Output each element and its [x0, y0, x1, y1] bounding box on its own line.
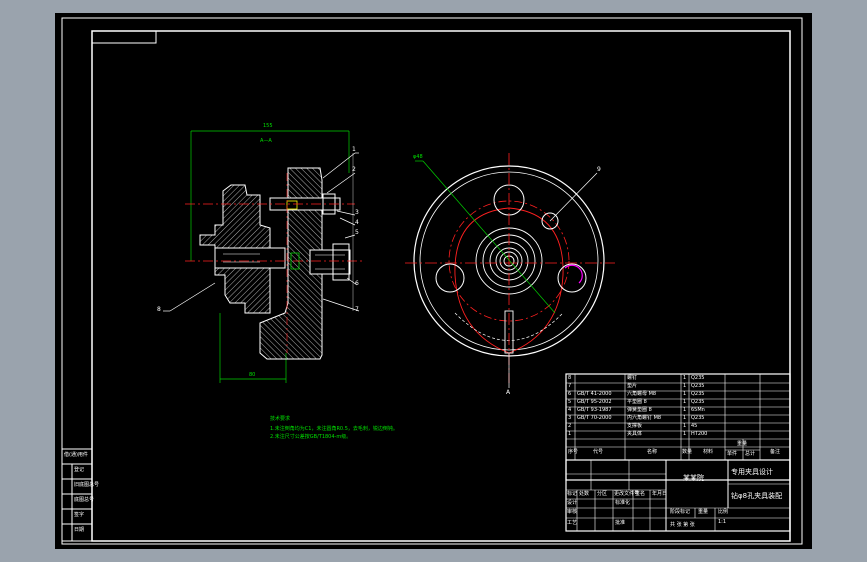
part-qty: 1	[683, 375, 687, 381]
side-table-label: 日期	[74, 527, 85, 533]
part-name: 夹具体	[627, 431, 643, 437]
callout-7: 7	[355, 306, 359, 313]
part-no: 3	[568, 415, 572, 421]
side-table-label: 签字	[74, 512, 85, 518]
mark-label: 年月日	[652, 491, 668, 497]
part-qty: 1	[683, 423, 687, 429]
design-label: 审核	[567, 509, 578, 515]
part-qty: 1	[683, 383, 687, 389]
part-mat: Q235	[691, 375, 705, 381]
notes-line-2: 2.未注尺寸公差按GB/T1804-m级。	[270, 434, 352, 440]
part-mat: HT200	[691, 431, 708, 437]
stage-label: 比例	[718, 509, 729, 515]
mark-label: 标记	[567, 491, 578, 497]
part-name: 垫片	[627, 383, 638, 389]
design-label: 工艺	[567, 520, 578, 526]
corner-box	[91, 30, 157, 44]
front-callout-a: A	[506, 389, 511, 396]
part-qty: 1	[683, 399, 687, 405]
part-qty: 1	[683, 415, 687, 421]
front-callout-9: 9	[597, 166, 601, 173]
header-note: 备注	[770, 449, 781, 455]
part-no: 2	[568, 423, 572, 429]
header-mat: 材料	[703, 449, 714, 455]
part-qty: 1	[683, 407, 687, 413]
callout-2: 2	[352, 166, 356, 173]
part-code: GB/T 95-2002	[577, 399, 612, 405]
callout-1: 1	[352, 146, 356, 153]
part-no: 1	[568, 431, 572, 437]
header-qty: 数量	[682, 449, 693, 455]
front-dim-label: φ48	[413, 154, 423, 160]
cad-drawing	[61, 17, 803, 545]
part-qty: 1	[683, 431, 687, 437]
part-no: 5	[568, 399, 572, 405]
side-table-label: 借(通)用件	[64, 452, 88, 458]
part-name-title: 钻φ8孔夹具装配	[731, 492, 783, 500]
header-name: 名称	[647, 449, 658, 455]
header-weight: 重量	[737, 441, 748, 447]
callout-3: 3	[355, 209, 359, 216]
design-label: 批准	[615, 520, 626, 526]
design-label: 设计	[567, 500, 578, 506]
inner-frame	[91, 30, 791, 542]
side-table-label: 旧底图总号	[74, 482, 100, 488]
mark-label: 处数	[579, 491, 590, 497]
callout-5: 5	[355, 229, 359, 236]
stage-label: 重量	[698, 509, 709, 515]
part-name: 六角螺母 M8	[627, 391, 657, 397]
part-no: 6	[568, 391, 572, 397]
part-name: 内六角螺钉 M8	[627, 415, 662, 421]
front-view	[405, 153, 615, 388]
notes-heading: 技术要求	[270, 416, 291, 422]
part-name: 螺钉	[627, 375, 638, 381]
part-mat: Q235	[691, 399, 705, 405]
part-mat: 65Mn	[691, 407, 705, 413]
stage-label: 阶段标记	[670, 509, 691, 515]
notes-line-1: 1.未注倒角均为C1，未注圆角R0.5，去毛刺，锐边倒钝。	[270, 426, 398, 432]
school-name: 某某院	[683, 474, 704, 482]
header-no: 序号	[568, 449, 579, 455]
part-no: 7	[568, 383, 572, 389]
mark-label: 分区	[597, 491, 608, 497]
callout-4: 4	[355, 219, 359, 226]
section-view	[163, 130, 365, 383]
part-code: GB/T 41-2000	[577, 391, 612, 397]
side-table-label: 底图总号	[74, 497, 95, 503]
part-name: 弹簧垫圈 8	[627, 407, 652, 413]
header-total: 总计	[745, 451, 756, 457]
drawing-canvas[interactable]: 155 A—A 80 1 2 3 4 5 6 7 8 φ48 9 A 技术要求 …	[55, 13, 812, 549]
outer-frame	[61, 17, 803, 545]
part-qty: 1	[683, 391, 687, 397]
sheet-info: 共 张 第 张	[670, 522, 695, 528]
dim-top-label: 155	[263, 123, 273, 129]
side-table-label: 登记	[74, 467, 85, 473]
header-code: 代号	[593, 449, 604, 455]
part-name: 支撑板	[627, 423, 643, 429]
scale-value: 1:1	[718, 519, 727, 525]
callout-8: 8	[157, 306, 161, 313]
part-code: GB/T 93-1987	[577, 407, 612, 413]
part-no: 8	[568, 375, 572, 381]
dim-bottom-label: 80	[249, 372, 256, 378]
part-no: 4	[568, 407, 572, 413]
part-mat: Q235	[691, 391, 705, 397]
part-name: 平垫圈 8	[627, 399, 647, 405]
header-unit: 单件	[727, 451, 738, 457]
part-mat: Q235	[691, 383, 705, 389]
design-label: 标准化	[615, 500, 631, 506]
mark-label: 签名	[635, 491, 646, 497]
part-code: GB/T 70-2000	[577, 415, 612, 421]
section-label: A—A	[260, 138, 272, 144]
drawing-title: 专用夹具设计	[731, 468, 773, 476]
part-mat: Q235	[691, 415, 705, 421]
part-mat: 45	[691, 423, 698, 429]
callout-6: 6	[355, 280, 359, 287]
